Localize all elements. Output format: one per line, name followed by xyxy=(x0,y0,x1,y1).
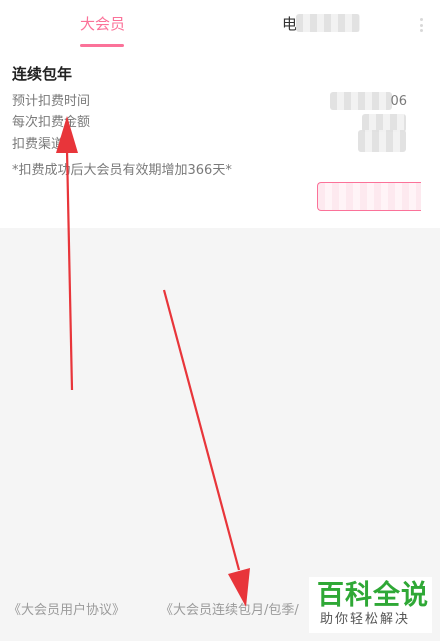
arrow-up-annotation xyxy=(56,116,78,391)
arrow-down-annotation xyxy=(162,289,250,607)
watermark-title: 百科全说 xyxy=(317,580,429,611)
annotation-arrows xyxy=(56,116,250,607)
watermark-subtitle: 助你轻松解决 xyxy=(320,612,411,627)
watermark: 百科全说 助你轻松解决 xyxy=(309,577,432,633)
